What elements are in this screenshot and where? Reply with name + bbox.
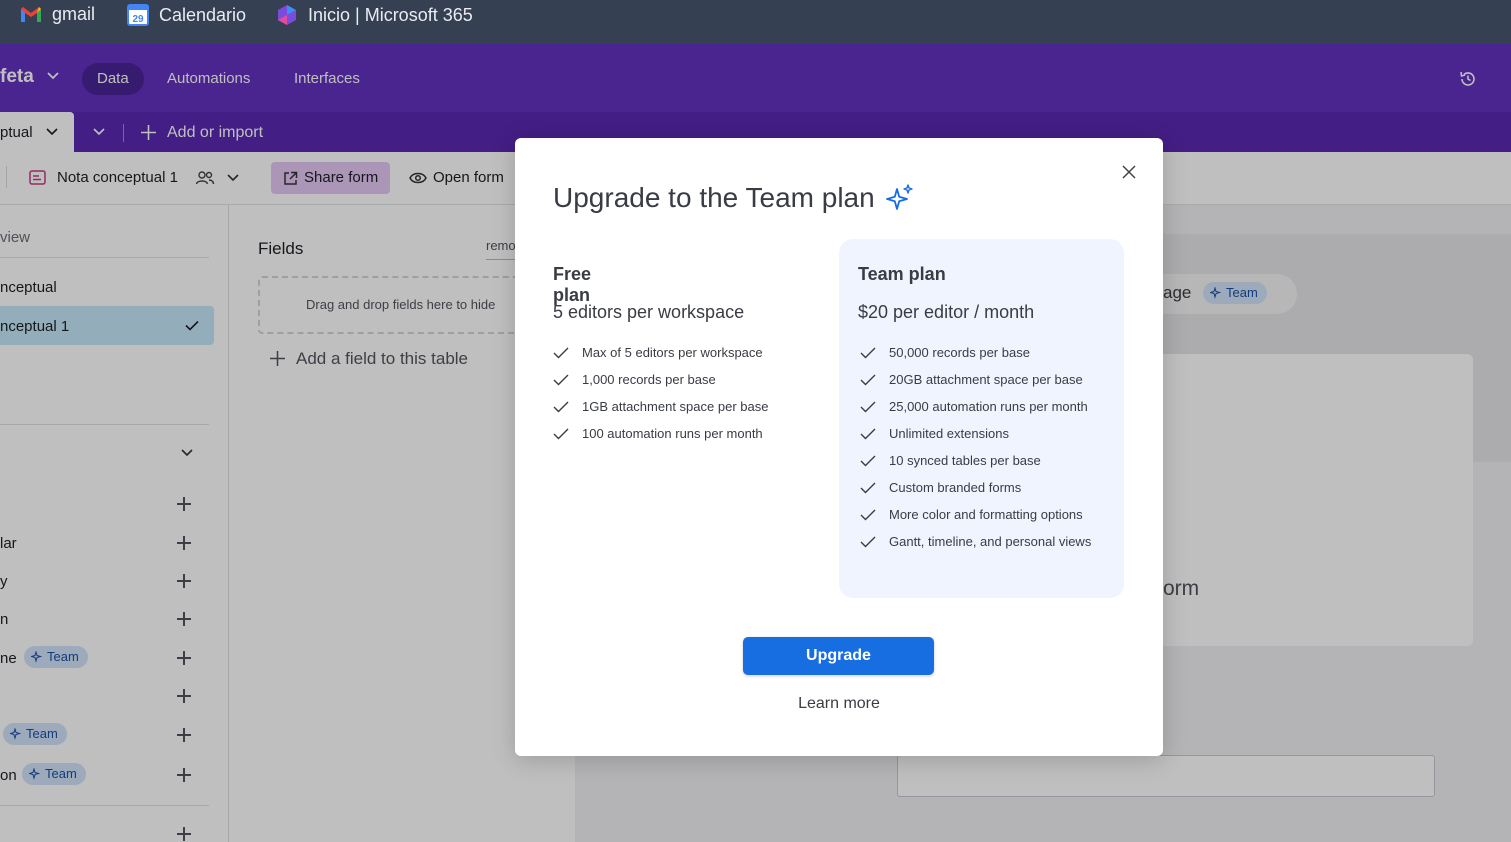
free-plan-price: 5 editors per workspace xyxy=(553,302,745,322)
feature-item: 25,000 automation runs per month xyxy=(860,399,1088,414)
feature-label: Max of 5 editors per workspace xyxy=(582,345,763,360)
check-icon xyxy=(553,428,569,439)
check-icon xyxy=(860,428,876,439)
learn-more-link[interactable]: Learn more xyxy=(515,695,1163,713)
bookmark-label: Calendario xyxy=(159,4,247,25)
sparkle-icon xyxy=(885,184,913,210)
feature-item: 100 automation runs per month xyxy=(553,426,763,441)
microsoft365-icon xyxy=(276,5,298,25)
feature-label: Unlimited extensions xyxy=(889,426,1009,441)
feature-label: More color and formatting options xyxy=(889,507,1083,522)
feature-label: 10 synced tables per base xyxy=(889,453,1041,468)
feature-item: Unlimited extensions xyxy=(860,426,1009,441)
feature-label: Gantt, timeline, and personal views xyxy=(889,534,1092,549)
free-plan-name: Free plan xyxy=(553,264,592,305)
feature-item: Gantt, timeline, and personal views xyxy=(860,534,1091,549)
feature-item: 20GB attachment space per base xyxy=(860,372,1083,387)
team-plan-name: Team plan xyxy=(858,264,946,284)
check-icon xyxy=(860,536,876,547)
bookmark-gmail[interactable]: gmail xyxy=(20,0,95,28)
upgrade-modal: Upgrade to the Team plan Free plan 5 edi… xyxy=(515,138,1163,756)
check-icon xyxy=(860,509,876,520)
check-icon xyxy=(860,455,876,466)
check-icon xyxy=(553,401,569,412)
feature-item: 50,000 records per base xyxy=(860,345,1030,360)
feature-item: More color and formatting options xyxy=(860,507,1083,522)
feature-label: Custom branded forms xyxy=(889,480,1022,495)
check-icon xyxy=(860,482,876,493)
calendar-icon: 29 xyxy=(127,4,149,26)
feature-item: Max of 5 editors per workspace xyxy=(553,345,763,360)
gmail-icon xyxy=(20,4,42,24)
feature-label: 50,000 records per base xyxy=(889,345,1030,360)
modal-title-text: Upgrade to the Team plan xyxy=(553,182,875,213)
check-icon xyxy=(860,401,876,412)
check-icon xyxy=(553,374,569,385)
feature-label: 1GB attachment space per base xyxy=(582,399,769,414)
bookmark-microsoft365[interactable]: Inicio | Microsoft 365 xyxy=(276,0,473,30)
check-icon xyxy=(860,374,876,385)
feature-item: 1,000 records per base xyxy=(553,372,716,387)
feature-item: 10 synced tables per base xyxy=(860,453,1041,468)
calendar-day: 29 xyxy=(132,14,144,25)
close-icon[interactable] xyxy=(1122,165,1136,179)
feature-label: 25,000 automation runs per month xyxy=(889,399,1088,414)
modal-title: Upgrade to the Team plan xyxy=(553,182,915,214)
upgrade-button[interactable]: Upgrade xyxy=(743,637,934,675)
check-icon xyxy=(553,347,569,358)
bookmark-label: Inicio | Microsoft 365 xyxy=(308,4,473,25)
feature-item: Custom branded forms xyxy=(860,480,1021,495)
team-plan-column: Team plan $20 per editor / month 50,000 … xyxy=(839,239,1124,598)
bookmarks-bar: gmail 29 Calendario Inicio | Microsoft 3… xyxy=(0,0,1511,44)
feature-item: 1GB attachment space per base xyxy=(553,399,768,414)
bookmark-label: gmail xyxy=(52,3,96,24)
bookmark-calendario[interactable]: 29 Calendario xyxy=(127,0,246,30)
feature-label: 20GB attachment space per base xyxy=(889,372,1083,387)
feature-label: 100 automation runs per month xyxy=(582,426,763,441)
feature-label: 1,000 records per base xyxy=(582,372,716,387)
check-icon xyxy=(860,347,876,358)
team-plan-price: $20 per editor / month xyxy=(858,302,1035,322)
